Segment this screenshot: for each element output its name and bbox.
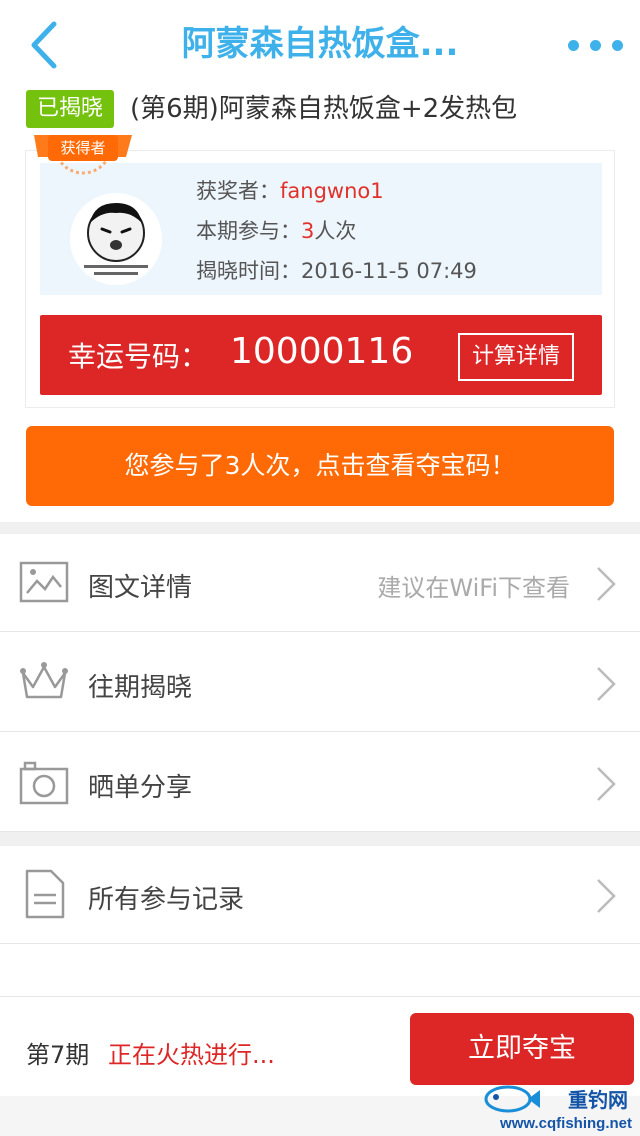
product-title-row: 已揭晓 (第6期)阿蒙森自热饭盒+2发热包 bbox=[26, 90, 626, 130]
chevron-right-icon bbox=[597, 879, 616, 913]
chevron-right-icon bbox=[597, 667, 616, 701]
watermark-url: www.cqfishing.net bbox=[500, 1115, 632, 1132]
buy-now-button[interactable]: 立即夺宝 bbox=[410, 1013, 634, 1085]
chevron-left-icon bbox=[31, 21, 57, 69]
next-period-status[interactable]: 正在火热进行... bbox=[108, 1035, 275, 1070]
nav-header: 阿蒙森自热饭盒... bbox=[0, 0, 640, 90]
menu-label: 晒单分享 bbox=[88, 773, 193, 803]
section-divider bbox=[0, 522, 640, 534]
menu-label: 图文详情 bbox=[88, 573, 193, 603]
camera-icon bbox=[19, 761, 69, 805]
reveal-time-line: 揭晓时间：2016-11-5 07:49 bbox=[196, 259, 477, 283]
reveal-time: 2016-11-5 07:49 bbox=[301, 259, 477, 283]
watermark-brand: 重钓网 bbox=[568, 1090, 628, 1112]
participation-line: 本期参与：3人次 bbox=[196, 219, 357, 243]
lucky-number-label: 幸运号码： bbox=[68, 340, 209, 373]
section-divider bbox=[0, 832, 640, 846]
winner-card: 获奖者：fangwno1 本期参与：3人次 揭晓时间：2016-11-5 07:… bbox=[25, 115, 615, 408]
wifi-hint: 建议在WiFi下查看 bbox=[377, 574, 570, 602]
ribbon-label: 获得者 bbox=[60, 139, 106, 157]
product-title: (第6期)阿蒙森自热饭盒+2发热包 bbox=[130, 94, 518, 124]
menu-item-records[interactable]: 所有参与记录 bbox=[0, 846, 640, 944]
chevron-right-icon bbox=[597, 567, 616, 601]
winner-name[interactable]: fangwno1 bbox=[280, 179, 384, 203]
next-period-label: 第7期 bbox=[26, 1041, 90, 1069]
participation-count: 3 bbox=[301, 219, 315, 243]
watermark: 重钓网 www.cqfishing.net bbox=[482, 1082, 632, 1132]
page-title: 阿蒙森自热饭盒... bbox=[181, 24, 459, 64]
chevron-right-icon bbox=[597, 767, 616, 801]
back-button[interactable] bbox=[22, 18, 72, 72]
menu-item-details[interactable]: 图文详情 建议在WiFi下查看 bbox=[0, 534, 640, 632]
status-badge: 已揭晓 bbox=[26, 90, 115, 128]
menu-label: 往期揭晓 bbox=[88, 673, 193, 703]
winner-line: 获奖者：fangwno1 bbox=[196, 179, 384, 203]
lucky-number-bar: 幸运号码： 10000116 计算详情 bbox=[40, 315, 602, 395]
menu-item-past[interactable]: 往期揭晓 bbox=[0, 634, 640, 732]
fish-logo-icon bbox=[484, 1085, 540, 1113]
more-dots-icon bbox=[568, 40, 579, 51]
avatar bbox=[70, 193, 162, 285]
view-codes-button[interactable]: 您参与了3人次，点击查看夺宝码！ bbox=[26, 426, 614, 506]
document-icon bbox=[25, 869, 65, 919]
menu-item-share[interactable]: 晒单分享 bbox=[0, 734, 640, 832]
winner-ribbon: 获得者 bbox=[28, 115, 132, 187]
crown-icon bbox=[20, 662, 68, 699]
lucky-number: 10000116 bbox=[230, 331, 414, 372]
more-button[interactable] bbox=[566, 28, 626, 62]
meme-face-avatar bbox=[70, 193, 162, 285]
menu-label: 所有参与记录 bbox=[88, 885, 245, 915]
image-icon bbox=[19, 561, 69, 603]
calc-details-button[interactable]: 计算详情 bbox=[458, 333, 574, 381]
